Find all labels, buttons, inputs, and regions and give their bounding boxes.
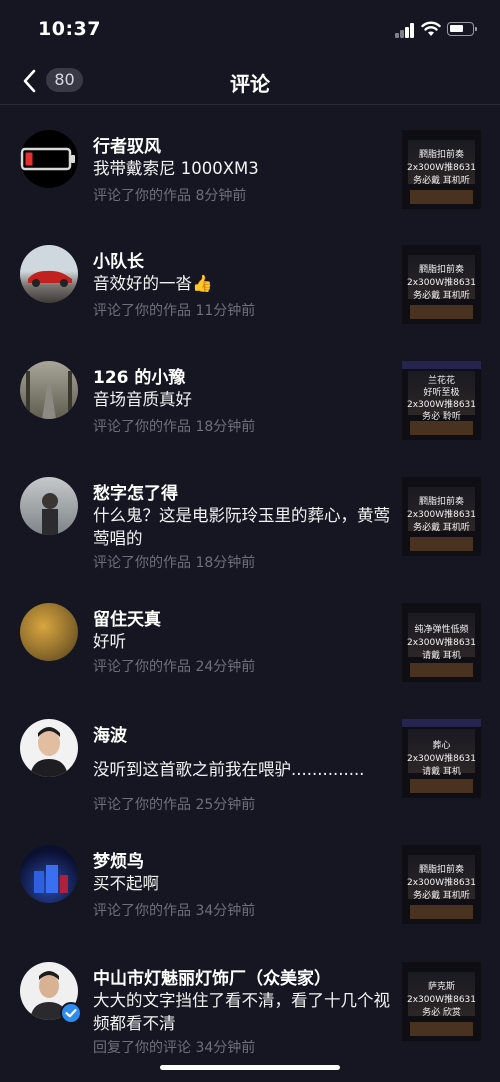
low-battery-avatar-icon <box>20 147 75 171</box>
username[interactable]: 愁字怎了得 <box>93 479 178 504</box>
thumbnail-caption: 好听至极 <box>423 388 460 398</box>
avatar[interactable] <box>20 245 78 303</box>
comment-text: 大大的文字挡住了看不清，看了十几个视频都看不清 <box>93 991 390 1033</box>
comment-text: 什么鬼？这是电影阮玲玉里的葬心，黄莺莺唱的 <box>93 506 390 548</box>
thumbnail-caption: 务必戴 耳机听 <box>413 291 470 301</box>
comment-meta: 评论了你的作品 24分钟前 <box>93 659 256 675</box>
thumbnail-caption: 务必 欣赏 <box>422 1008 461 1018</box>
thumbnail-caption: 2x300W推8631 <box>406 400 477 410</box>
battery-icon <box>447 22 477 36</box>
thumbnail-caption: 膶脂扣前奏 <box>418 265 464 275</box>
person-avatar-icon <box>42 493 58 535</box>
comment-text: 买不起啊 <box>93 874 159 893</box>
wifi-icon <box>421 21 441 36</box>
avatar[interactable] <box>20 845 78 903</box>
thumbnail-caption: 纯净弹性低频 <box>414 625 469 635</box>
username[interactable]: 126 的小豫 <box>93 363 185 388</box>
video-thumbnail[interactable]: 萨克斯 2x300W推8631 务必 欣赏 <box>402 962 481 1041</box>
thumbnail-caption: 请戴 耳机 <box>422 767 461 777</box>
thumbnail-caption: 2x300W推8631 <box>406 278 477 288</box>
comment-row[interactable]: 海波 没听到这首歌之前我在喂驴.............. 评论了你的作品 25… <box>0 704 500 826</box>
status-bar: 10:37 <box>0 0 500 58</box>
video-thumbnail[interactable]: 膶脂扣前奏 2x300W推8631 务必戴 耳机听 <box>402 477 481 556</box>
video-thumbnail[interactable]: 葬心 2x300W推8631 请戴 耳机 <box>402 719 481 798</box>
comment-row[interactable]: 小队长 音效好的一沓👍 评论了你的作品 11分钟前 膶脂扣前奏 2x300W推8… <box>0 230 500 342</box>
comment-row[interactable]: 留住天真 好听 评论了你的作品 24分钟前 纯净弹性低频 2x300W推8631… <box>0 588 500 700</box>
comment-meta: 评论了你的作品 8分钟前 <box>93 188 247 204</box>
comment-text: 没听到这首歌之前我在喂驴.............. <box>93 760 365 779</box>
comment-row[interactable]: 行者驭风 我带戴索尼 1000XM3 评论了你的作品 8分钟前 膶脂扣前奏 2x… <box>0 115 500 227</box>
avatar[interactable] <box>20 477 78 535</box>
comment-row[interactable]: 梦烦鸟 买不起啊 评论了你的作品 34分钟前 膶脂扣前奏 2x300W推8631… <box>0 830 500 942</box>
night-city-avatar-icon <box>34 865 68 893</box>
comment-row[interactable]: 126 的小豫 音场音质真好 评论了你的作品 18分钟前 兰花花 好听至极 2x… <box>0 346 500 458</box>
home-indicator[interactable] <box>160 1065 340 1070</box>
comment-meta: 评论了你的作品 18分钟前 <box>93 555 256 571</box>
video-thumbnail[interactable]: 膶脂扣前奏 2x300W推8631 务必戴 耳机听 <box>402 245 481 324</box>
username[interactable]: 行者驭风 <box>93 132 161 157</box>
person-avatar-icon <box>30 727 68 777</box>
thumbnail-caption: 务必 聆听 <box>422 412 461 422</box>
thumbnail-caption: 2x300W推8631 <box>406 638 477 648</box>
comment-text: 我带戴索尼 1000XM3 <box>93 159 259 178</box>
thumbnail-caption: 膶脂扣前奏 <box>418 865 464 875</box>
comment-meta: 回复了你的评论 34分钟前 <box>93 1040 256 1056</box>
username[interactable]: 梦烦鸟 <box>93 847 144 872</box>
comment-meta: 评论了你的作品 34分钟前 <box>93 903 256 919</box>
video-thumbnail[interactable]: 膶脂扣前奏 2x300W推8631 务必戴 耳机听 <box>402 845 481 924</box>
avatar[interactable] <box>20 603 78 661</box>
comment-text: 音效好的一沓👍 <box>93 274 213 293</box>
cellular-signal-icon <box>395 23 415 38</box>
thumbnail-caption: 膶脂扣前奏 <box>418 497 464 507</box>
page-title: 评论 <box>230 72 270 96</box>
tree-road-avatar-icon <box>26 371 72 419</box>
comment-row[interactable]: 中山市灯魅丽灯饰厂（众美家） 大大的文字挡住了看不清，看了十几个视频都看不清 回… <box>0 947 500 1059</box>
thumbnail-caption: 2x300W推8631 <box>406 163 477 173</box>
thumbnail-caption: 2x300W推8631 <box>406 878 477 888</box>
thumbnail-caption: 务必戴 耳机听 <box>413 523 470 533</box>
video-thumbnail[interactable]: 膶脂扣前奏 2x300W推8631 务必戴 耳机听 <box>402 130 481 209</box>
thumbnail-caption: 2x300W推8631 <box>406 510 477 520</box>
thumbnail-caption: 务必戴 耳机听 <box>413 891 470 901</box>
comment-meta: 评论了你的作品 18分钟前 <box>93 419 256 435</box>
nav-bar: 80 评论 <box>0 58 500 105</box>
thumbnail-caption: 务必戴 耳机听 <box>413 176 470 186</box>
video-thumbnail[interactable]: 兰花花 好听至极 2x300W推8631 务必 聆听 <box>402 361 481 440</box>
username[interactable]: 中山市灯魅丽灯饰厂（众美家） <box>93 964 331 989</box>
thumbnail-caption: 膶脂扣前奏 <box>418 150 464 160</box>
avatar[interactable] <box>20 130 78 188</box>
username[interactable]: 留住天真 <box>93 605 161 630</box>
avatar[interactable] <box>20 719 78 777</box>
thumbnail-caption: 2x300W推8631 <box>406 754 477 764</box>
comment-row[interactable]: 愁字怎了得 什么鬼？这是电影阮玲玉里的葬心，黄莺莺唱的 评论了你的作品 18分钟… <box>0 462 500 584</box>
thumbnail-caption: 葬心 <box>432 741 451 751</box>
comment-meta: 评论了你的作品 11分钟前 <box>93 303 256 319</box>
status-time: 10:37 <box>38 18 101 40</box>
red-car-avatar-icon <box>28 270 72 287</box>
video-thumbnail[interactable]: 纯净弹性低频 2x300W推8631 请戴 耳机 <box>402 603 481 682</box>
thumbnail-caption: 2x300W推8631 <box>406 995 477 1005</box>
avatar[interactable] <box>20 361 78 419</box>
username[interactable]: 海波 <box>93 721 127 746</box>
thumbnail-caption: 兰花花 <box>427 376 455 386</box>
verified-badge-icon <box>60 1002 82 1024</box>
comment-text: 音场音质真好 <box>93 390 192 409</box>
comment-meta: 评论了你的作品 25分钟前 <box>93 797 256 813</box>
username[interactable]: 小队长 <box>93 247 144 272</box>
comment-text: 好听 <box>93 632 126 651</box>
thumbnail-caption: 萨克斯 <box>427 982 455 992</box>
thumbnail-caption: 请戴 耳机 <box>422 651 461 661</box>
